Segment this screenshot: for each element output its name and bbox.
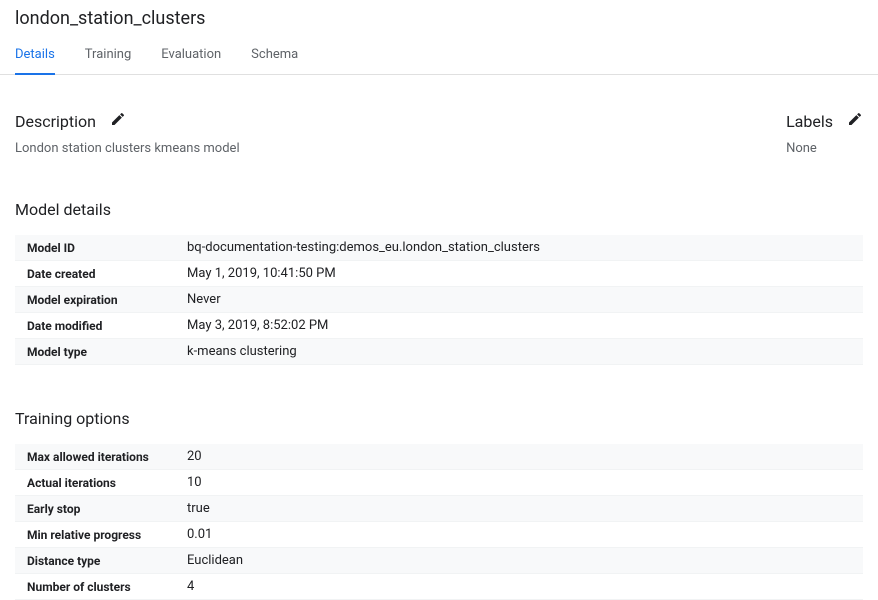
description-label: Description <box>15 112 96 131</box>
tabs-bar: Details Training Evaluation Schema <box>0 37 878 75</box>
detail-val: k-means clustering <box>187 339 297 364</box>
detail-val: 4 <box>187 574 194 599</box>
detail-key: Min relative progress <box>15 523 187 547</box>
detail-key: Date modified <box>15 314 187 338</box>
description-value: London station clusters kmeans model <box>15 141 240 156</box>
detail-val: Euclidean <box>187 548 243 573</box>
detail-key: Actual iterations <box>15 471 187 495</box>
labels-block: Labels None <box>786 111 863 156</box>
table-row: Date modified May 3, 2019, 8:52:02 PM <box>15 313 863 339</box>
tab-schema[interactable]: Schema <box>251 37 298 74</box>
detail-val: true <box>187 496 210 521</box>
detail-key: Model ID <box>15 236 187 260</box>
detail-key: Early stop <box>15 497 187 521</box>
detail-val: 20 <box>187 444 202 469</box>
page-header: london_station_clusters <box>0 0 878 37</box>
detail-val: May 3, 2019, 8:52:02 PM <box>187 313 328 338</box>
tab-evaluation[interactable]: Evaluation <box>161 37 221 74</box>
description-block: Description London station clusters kmea… <box>15 111 240 156</box>
detail-key: Model type <box>15 340 187 364</box>
table-row: Early stop true <box>15 496 863 522</box>
table-row: Model expiration Never <box>15 287 863 313</box>
detail-key: Date created <box>15 262 187 286</box>
detail-val: 0.01 <box>187 522 212 547</box>
table-row: Model ID bq-documentation-testing:demos_… <box>15 235 863 261</box>
page-title: london_station_clusters <box>15 8 863 29</box>
meta-row: Description London station clusters kmea… <box>15 111 863 156</box>
detail-key: Number of clusters <box>15 575 187 599</box>
detail-val: 10 <box>187 470 202 495</box>
labels-label: Labels <box>786 112 833 131</box>
content-area: Description London station clusters kmea… <box>0 111 878 600</box>
model-details-title: Model details <box>15 200 863 219</box>
table-row: Min relative progress 0.01 <box>15 522 863 548</box>
detail-val: Never <box>187 287 221 312</box>
training-options-table: Max allowed iterations 20 Actual iterati… <box>15 444 863 600</box>
table-row: Model type k-means clustering <box>15 339 863 365</box>
pencil-icon[interactable] <box>110 111 126 131</box>
table-row: Distance type Euclidean <box>15 548 863 574</box>
labels-value: None <box>786 141 863 156</box>
table-row: Number of clusters 4 <box>15 574 863 600</box>
detail-key: Model expiration <box>15 288 187 312</box>
table-row: Actual iterations 10 <box>15 470 863 496</box>
pencil-icon[interactable] <box>847 111 863 131</box>
detail-key: Max allowed iterations <box>15 445 187 469</box>
detail-key: Distance type <box>15 549 187 573</box>
model-details-table: Model ID bq-documentation-testing:demos_… <box>15 235 863 365</box>
table-row: Date created May 1, 2019, 10:41:50 PM <box>15 261 863 287</box>
tab-details[interactable]: Details <box>15 37 55 74</box>
training-options-title: Training options <box>15 409 863 428</box>
detail-val: bq-documentation-testing:demos_eu.london… <box>187 235 540 260</box>
detail-val: May 1, 2019, 10:41:50 PM <box>187 261 336 286</box>
table-row: Max allowed iterations 20 <box>15 444 863 470</box>
tab-training[interactable]: Training <box>85 37 131 74</box>
